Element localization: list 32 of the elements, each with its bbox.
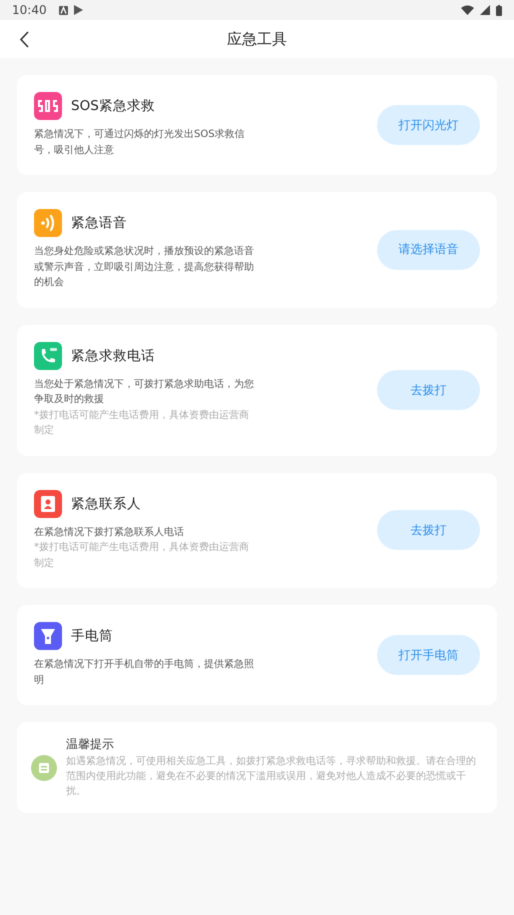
signal-icon xyxy=(480,5,490,15)
tool-description: 当您处于紧急情况下，可拨打紧急求助电话，为您争取及时的救援 xyxy=(34,378,254,407)
notification-icon xyxy=(58,6,68,14)
tip-icon xyxy=(31,754,57,780)
sos-icon xyxy=(34,92,62,120)
flashlight-icon xyxy=(34,622,62,650)
phone-icon xyxy=(34,342,62,370)
tool-title: 紧急联系人 xyxy=(71,494,141,512)
action-button[interactable]: 打开闪光灯 xyxy=(377,105,480,145)
tool-description: 在紧急情况下打开手机自带的手电筒，提供紧急照明 xyxy=(34,658,254,688)
wifi-icon xyxy=(461,5,474,15)
tip-title: 温馨提示 xyxy=(66,736,115,753)
tool-description: 紧急情况下，可通过闪烁的灯光发出SOS求救信号，吸引他人注意 xyxy=(34,128,246,158)
fee-note: *拨打电话可能产生电话费用，具体资费由运营商制定 xyxy=(34,540,250,570)
page-title: 应急工具 xyxy=(227,30,287,48)
fee-note: *拨打电话可能产生电话费用，具体资费由运营商制定 xyxy=(34,408,250,438)
action-button[interactable]: 打开手电筒 xyxy=(377,635,480,675)
battery-icon xyxy=(496,4,502,16)
tool-title: 手电筒 xyxy=(71,627,113,645)
contact-card-icon xyxy=(34,490,62,518)
sound-icon xyxy=(34,209,62,237)
status-time: 10:40 xyxy=(12,3,47,17)
tool-title: 紧急求救电话 xyxy=(71,346,155,364)
action-button[interactable]: 请选择语音 xyxy=(377,230,480,270)
action-button[interactable]: 去拨打 xyxy=(377,510,480,550)
tip-text: 如遇紧急情况，可使用相关应急工具，如拨打紧急求救电话等，寻求帮助和救援。请在合理的范围内使用此功能，避免在不必要的情况下滥用或误用，避免对他人造成不必要的恐慌或干扰。 xyxy=(66,754,477,799)
tool-title: SOS紧急求救 xyxy=(71,97,155,115)
back-icon[interactable] xyxy=(19,31,29,48)
tool-title: 紧急语音 xyxy=(71,214,127,232)
tool-description: 在紧急情况下拨打紧急联系人电话 xyxy=(34,526,185,540)
tool-description: 当您身处危险或紧急状况时，播放预设的紧急语音或警示声音，立即吸引周边注意，提高您获得帮助的机会 xyxy=(34,244,254,290)
action-button[interactable]: 去拨打 xyxy=(377,370,480,410)
